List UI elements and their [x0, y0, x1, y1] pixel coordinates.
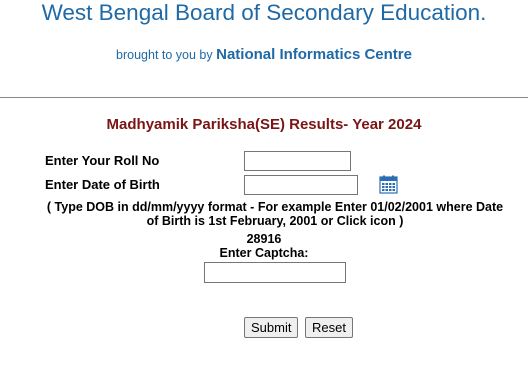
roll-number-input[interactable]: [244, 151, 351, 171]
dob-label: Enter Date of Birth: [45, 177, 160, 192]
captcha-label: Enter Captcha:: [219, 246, 309, 260]
captcha-input[interactable]: [204, 262, 346, 283]
brought-by-line: brought to you by National Informatics C…: [0, 46, 528, 63]
divider: [0, 97, 528, 98]
dob-format-hint: ( Type DOB in dd/mm/yyyy format - For ex…: [46, 200, 504, 228]
brought-by-prefix: brought to you by: [116, 48, 213, 62]
roll-label: Enter Your Roll No: [45, 153, 160, 168]
board-title: West Bengal Board of Secondary Education…: [41, 0, 487, 25]
reset-button[interactable]: Reset: [305, 317, 353, 338]
calendar-icon[interactable]: [379, 175, 398, 194]
nic-name: National Informatics Centre: [216, 46, 412, 63]
results-title: Madhyamik Pariksha(SE) Results- Year 202…: [106, 116, 422, 133]
captcha-code: 28916: [246, 232, 282, 246]
dob-input[interactable]: [244, 175, 358, 195]
submit-button[interactable]: Submit: [244, 317, 299, 338]
